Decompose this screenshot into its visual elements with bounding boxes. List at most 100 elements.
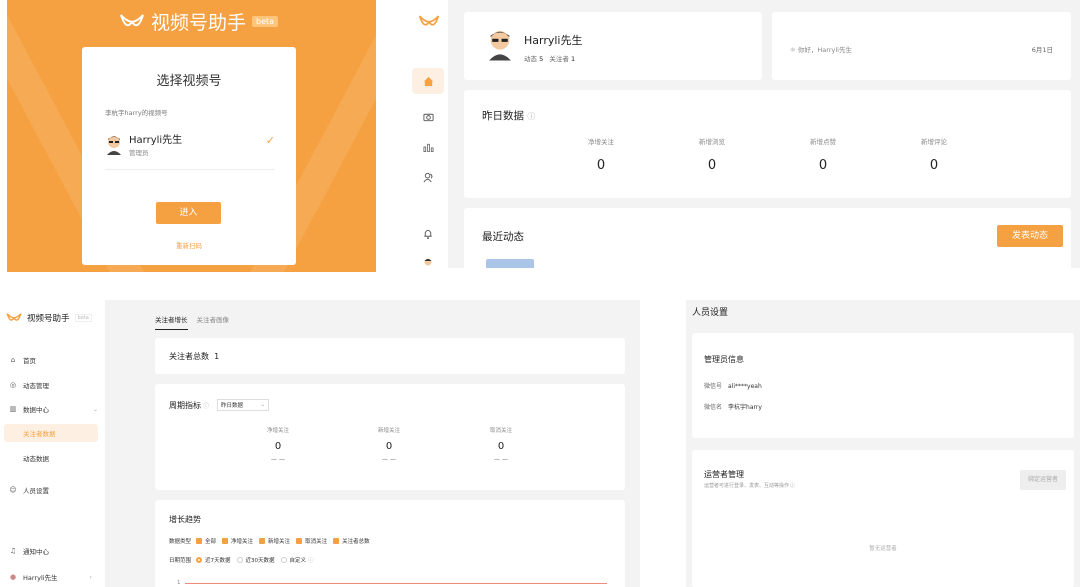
beta-badge: beta [74,314,92,322]
recent-posts-card: 最近动态 发表动态 [464,208,1071,268]
user-stats: 动态 5 关注者 1 [524,53,583,63]
trend-line [185,583,607,584]
cycle-select[interactable]: 昨日数据 ⌄ [217,399,270,411]
brand-header: 视频号助手 beta [6,312,92,324]
avatar-icon [489,31,511,61]
divider [105,169,275,170]
admin-title: 管理员信息 [704,355,744,364]
checkmark-icon: ✓ [265,134,275,147]
metric-new-comments: 新增评论 0 [921,138,947,173]
sidebar: 视频号助手 beta ⌂ 首页 ◎ 动态管理 ▥ 数据中心 ⌄ 关注者数据 动态数据 ☺… [0,300,105,587]
growth-trend-card: 增长趋势 数据类型 全部 净增关注 新增关注 取消关注 关注者总数 日期范围 近… [155,500,625,587]
tab-follower-profile[interactable]: 关注者画像 [197,314,230,330]
checkbox-net[interactable]: 净增关注 [222,537,253,545]
follower-data-panel: 视频号助手 beta ⌂ 首页 ◎ 动态管理 ▥ 数据中心 ⌄ 关注者数据 动态数据 ☺… [0,300,640,587]
chevron-down-icon: ⌄ [92,405,98,413]
publish-button[interactable]: 发表动态 [997,225,1063,247]
sidebar-item-follower-data[interactable]: 关注者数据 [23,426,56,440]
radio-custom[interactable]: 自定义 ⓘ [280,556,314,564]
people-icon: ☺ [9,486,17,494]
rail-data[interactable] [412,134,444,160]
bind-operator-button[interactable]: 绑定运营者 [1020,470,1066,490]
trend-title: 增长趋势 [169,515,201,524]
recent-title: 最近动态 [482,231,524,243]
card-title: 选择视频号 [156,74,222,89]
info-icon: ⓘ [203,402,210,410]
rail-notifications[interactable] [412,220,444,246]
rail-home[interactable] [412,68,444,94]
post-thumbnail[interactable] [486,259,534,268]
checkbox-cancel[interactable]: 取消关注 [296,537,327,545]
rail-avatar[interactable] [412,250,444,268]
operator-title: 运营者管理 [704,470,744,479]
sidebar-item-notifications[interactable]: ♫ 通知中心 [8,544,49,558]
radio-30-days[interactable]: 近30天数据 [236,556,275,564]
bar-chart-icon [423,143,433,152]
avatar-icon [107,136,121,155]
login-panel: 视频号助手 beta 选择视频号 李杭宇harry的视频号 Harryli先生 … [7,0,376,272]
sidebar-item-data-center[interactable]: ▥ 数据中心 ⌄ [8,402,98,416]
cycle-metric-net: 净增关注 0— — [266,428,289,463]
chevron-down-icon: ⌄ [260,402,266,408]
enter-button[interactable]: 进入 [156,202,221,224]
channels-logo-icon [418,15,440,26]
rail-posts[interactable] [412,104,444,130]
admin-info-card: 管理员信息 微信号 ali****yeah 微信名 李杭宇harry [692,333,1074,438]
house-icon: ⌂ [10,356,16,364]
account-select-card: 选择视频号 李杭宇harry的视频号 Harryli先生 管理员 ✓ 进入 重新… [82,47,296,265]
greeting-text: ☼ 你好，Harryli先生 [790,46,852,54]
date-range-filter: 日期范围 近7天数据 近30天数据 自定义 ⓘ [169,556,314,564]
bar-chart-icon: ▥ [9,405,17,413]
account-role: 管理员 [129,148,149,157]
checkbox-new[interactable]: 新增关注 [259,537,290,545]
followers-label: 关注者 [549,55,569,63]
personnel-panel: 人员设置 管理员信息 微信号 ali****yeah 微信名 李杭宇harry 运营… [686,300,1080,587]
home-panel: Harryli先生 动态 5 关注者 1 ☼ 你好，Harryli先生 6月1日… [408,0,1080,268]
brand-name: 视频号助手 [151,12,247,34]
checkbox-total[interactable]: 关注者总数 [333,537,370,545]
sidebar-item-home[interactable]: ⌂ 首页 [8,353,36,367]
operator-desc: 运营者可进行登录、发表、互动等操作ⓘ [704,483,796,489]
metric-net-follow: 净增关注 0 [588,138,614,173]
cycle-metric-new: 新增关注 0— — [377,428,400,463]
wechat-name-row: 微信名 李杭宇harry [704,404,762,411]
people-icon [423,172,432,182]
sidebar-item-account[interactable]: ● Harryli先生 › [8,570,98,584]
checkbox-all[interactable]: 全部 [196,537,216,545]
yesterday-data-card: 昨日数据 ⓘ 净增关注 0 新增浏览 0 新增点赞 0 新增评论 0 [464,90,1071,198]
info-icon: ⓘ [308,558,314,564]
account-name: Harryli先生 [129,134,183,146]
cycle-title: 周期指标 ⓘ 昨日数据 ⌄ [169,399,270,411]
channels-logo-icon [120,13,144,26]
avatar-icon [424,258,432,266]
camera-icon: ◎ [9,381,17,389]
date-text: 6月1日 [1031,46,1053,54]
profile-card: Harryli先生 动态 5 关注者 1 [464,12,762,80]
icon-sidebar [408,0,448,268]
data-type-filter: 数据类型 全部 净增关注 新增关注 取消关注 关注者总数 [169,537,370,545]
cycle-metrics-card: 周期指标 ⓘ 昨日数据 ⌄ 净增关注 0— — 新增关注 0— — 取消关注 0— — [155,384,625,490]
sidebar-item-post-data[interactable]: 动态数据 [23,451,49,465]
chevron-right-icon: › [89,573,92,581]
account-owner-label: 李杭宇harry的视频号 [105,109,168,117]
sidebar-item-people[interactable]: ☺ 人员设置 [8,483,49,497]
radio-7-days[interactable]: 近7天数据 [196,556,231,564]
page-title: 人员设置 [692,308,729,318]
sidebar-item-posts[interactable]: ◎ 动态管理 [8,378,49,392]
account-option[interactable]: Harryli先生 管理员 ✓ [105,125,275,165]
bell-icon: ♫ [9,547,17,555]
avatar-icon: ● [9,573,17,581]
tab-follower-growth[interactable]: 关注者增长 [155,314,188,330]
tab-bar: 关注者增长 关注者画像 [155,314,238,330]
bell-icon [424,229,432,239]
rail-people[interactable] [412,164,444,190]
channels-logo-icon [6,313,22,321]
camera-icon [422,113,434,122]
chart-y-tick: 1 [177,580,181,586]
rescan-link[interactable]: 重新扫码 [82,240,296,250]
total-followers-card: 关注者总数 1 [155,338,625,374]
metric-new-likes: 新增点赞 0 [810,138,836,173]
operator-card: 运营者管理 运营者可进行登录、发表、互动等操作ⓘ 绑定运营者 暂无运营者 [692,450,1074,587]
wechat-id-row: 微信号 ali****yeah [704,383,762,390]
posts-label: 动态 [524,55,537,63]
